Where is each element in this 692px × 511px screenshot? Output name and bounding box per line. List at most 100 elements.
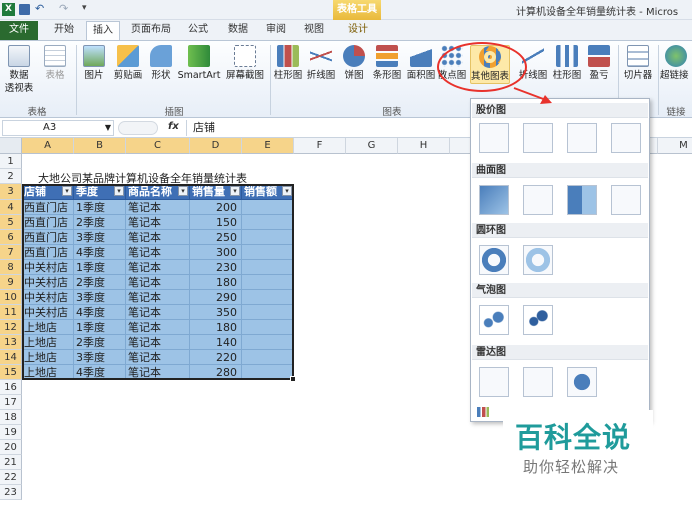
tab-formulas[interactable]: 公式 [182,21,214,40]
shapes-button[interactable]: 形状 [148,45,174,82]
table-button[interactable]: 表格 [40,45,70,82]
pivot-table-button[interactable]: 数据 透视表 [2,45,36,95]
column-header-c[interactable]: C [126,138,190,154]
row-header-6[interactable]: 6 [0,230,22,245]
column-chart-button[interactable]: 柱形图 [272,45,304,82]
pie-chart-button[interactable]: 饼图 [340,45,368,82]
row-header-3[interactable]: 3 [0,184,22,200]
tab-insert[interactable]: 插入 [86,21,120,40]
select-all-corner[interactable] [0,138,22,154]
column-header-m[interactable]: M [658,138,692,154]
row-header-2[interactable]: 2 [0,169,22,184]
surface-wireframe-icon[interactable] [523,185,553,215]
row-header-8[interactable]: 8 [0,260,22,275]
row-header-21[interactable]: 21 [0,455,22,470]
window-title: 计算机设备全年销量统计表 - Micros [516,7,679,18]
section-doughnut: 圆环图 [472,223,648,238]
stock-chart-vohlc-icon[interactable] [611,123,641,153]
hyperlink-button[interactable]: 超链接 [660,45,692,82]
section-radar: 雷达图 [472,345,648,360]
row-header-9[interactable]: 9 [0,275,22,290]
group-separator [76,45,77,115]
line-chart-icon [310,45,332,67]
slicer-button[interactable]: 切片器 [620,45,656,82]
row-header-19[interactable]: 19 [0,425,22,440]
row-header-10[interactable]: 10 [0,290,22,305]
excel-app-icon[interactable]: X [2,3,15,16]
column-header-g[interactable]: G [346,138,398,154]
row-header-4[interactable]: 4 [0,200,22,215]
bar-chart-icon [376,45,398,67]
area-chart-button[interactable]: 面积图 [404,45,438,82]
row-header-16[interactable]: 16 [0,380,22,395]
screenshot-icon [234,45,256,67]
row-header-23[interactable]: 23 [0,485,22,500]
row-header-17[interactable]: 17 [0,395,22,410]
section-surface: 曲面图 [472,163,648,178]
surface-3d-icon[interactable] [479,185,509,215]
all-chart-types-icon[interactable] [477,407,489,417]
exploded-doughnut-icon[interactable] [523,245,553,275]
customize-qat-icon[interactable]: ▾ [82,3,87,13]
column-header-a[interactable]: A [22,138,74,154]
tab-page-layout[interactable]: 页面布局 [126,21,176,40]
bubble-3d-icon[interactable] [523,305,553,335]
row-header-22[interactable]: 22 [0,470,22,485]
redo-icon[interactable]: ↷ [59,2,68,15]
smartart-button[interactable]: SmartArt [176,45,222,82]
contour-wireframe-icon[interactable] [611,185,641,215]
row-header-14[interactable]: 14 [0,350,22,365]
sparkline-column-button[interactable]: 柱形图 [550,45,584,82]
bubble-icon[interactable] [479,305,509,335]
row-header-13[interactable]: 13 [0,335,22,350]
picture-button[interactable]: 图片 [80,45,108,82]
group-label-illustrations: 插图 [164,107,184,118]
fill-handle[interactable] [290,376,296,382]
tab-view[interactable]: 视图 [298,21,330,40]
save-icon[interactable] [19,4,30,15]
tab-data[interactable]: 数据 [222,21,254,40]
table-icon [44,45,66,67]
sparkline-column-icon [556,45,578,67]
row-header-20[interactable]: 20 [0,440,22,455]
stock-chart-ohlc-icon[interactable] [523,123,553,153]
radar-icon[interactable] [479,367,509,397]
stock-chart-vhlc-icon[interactable] [567,123,597,153]
row-header-18[interactable]: 18 [0,410,22,425]
tab-file[interactable]: 文件 [0,21,38,40]
filled-radar-icon[interactable] [567,367,597,397]
undo-icon[interactable]: ↶ [35,2,44,15]
column-header-f[interactable]: F [294,138,346,154]
clipart-button[interactable]: 剪贴画 [110,45,146,82]
row-header-1[interactable]: 1 [0,154,22,169]
column-header-b[interactable]: B [74,138,126,154]
name-box[interactable]: A3 ▼ [2,120,114,136]
picture-icon [83,45,105,67]
bar-chart-button[interactable]: 条形图 [370,45,404,82]
column-header-e[interactable]: E [242,138,294,154]
column-chart-icon [277,45,299,67]
insert-function-icon[interactable]: fx [168,121,179,132]
row-header-11[interactable]: 11 [0,305,22,320]
formula-cancel-enter-area[interactable] [118,121,158,135]
column-header-h[interactable]: H [398,138,450,154]
tab-design[interactable]: 设计 [340,21,376,40]
row-header-5[interactable]: 5 [0,215,22,230]
line-chart-button[interactable]: 折线图 [304,45,338,82]
group-label-tables: 表格 [27,107,47,118]
radar-markers-icon[interactable] [523,367,553,397]
contour-icon[interactable] [567,185,597,215]
row-header-7[interactable]: 7 [0,245,22,260]
tab-review[interactable]: 审阅 [260,21,292,40]
row-header-15[interactable]: 15 [0,365,22,380]
row-header-12[interactable]: 12 [0,320,22,335]
column-header-d[interactable]: D [190,138,242,154]
group-separator [658,45,659,115]
sparkline-winloss-button[interactable]: 盈亏 [584,45,614,82]
name-box-dropdown-icon[interactable]: ▼ [105,121,111,135]
slicer-icon [627,45,649,67]
doughnut-icon[interactable] [479,245,509,275]
tab-home[interactable]: 开始 [46,21,82,40]
screenshot-button[interactable]: 屏幕截图 [222,45,268,82]
stock-chart-hlc-icon[interactable] [479,123,509,153]
